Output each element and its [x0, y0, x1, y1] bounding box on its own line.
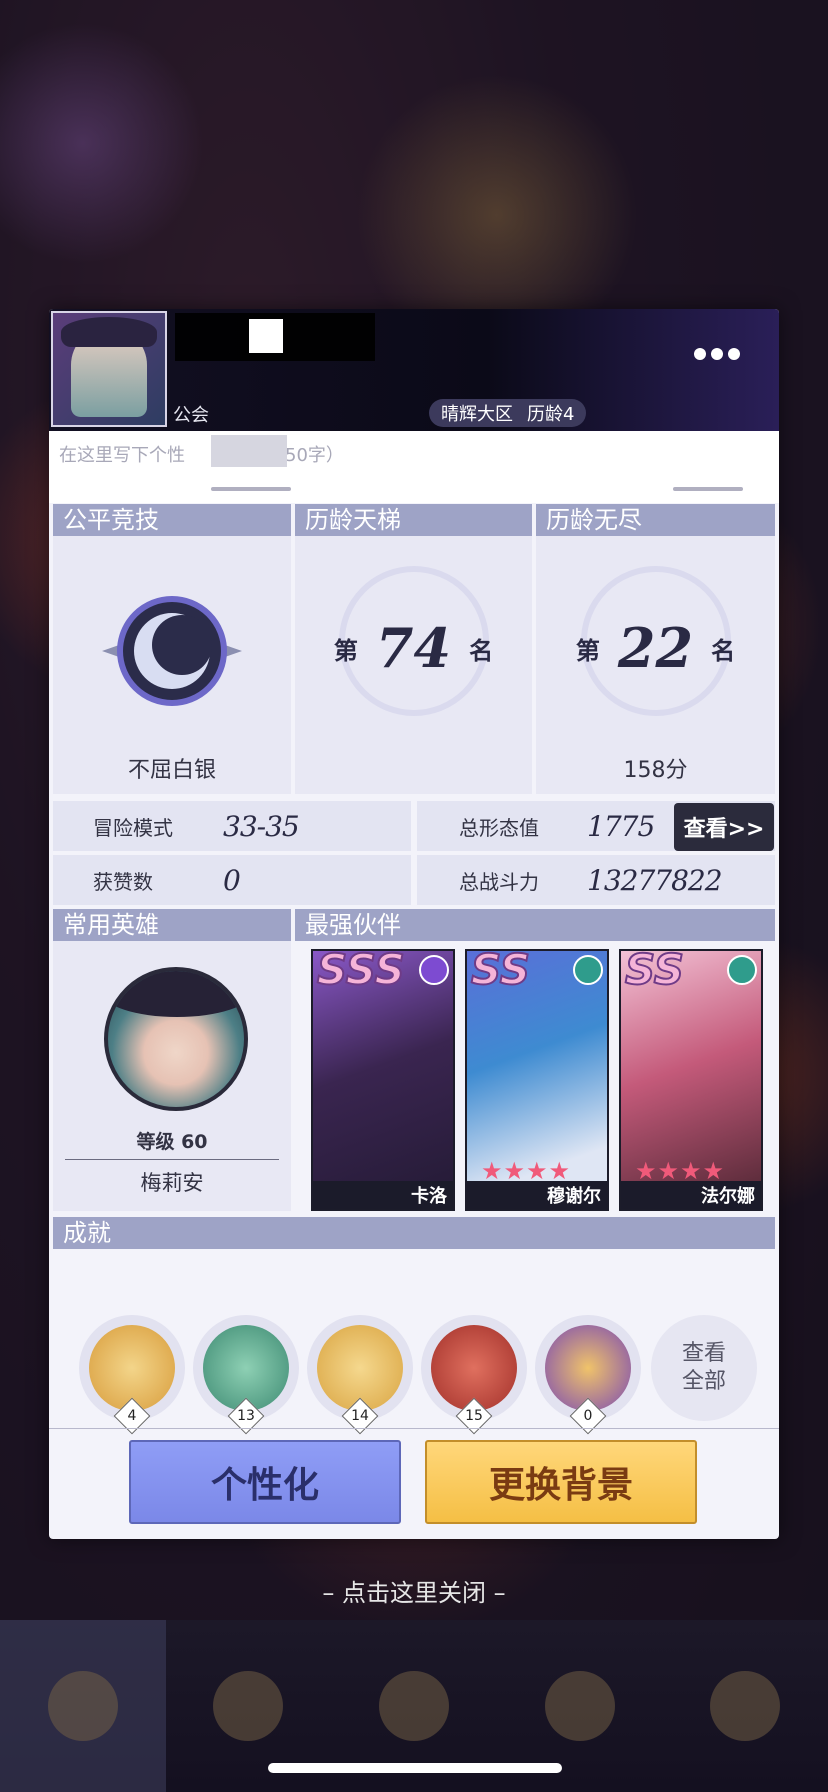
guild-label: 公会: [173, 405, 209, 426]
view-form-button[interactable]: 查看>>: [674, 803, 774, 851]
partner-card-1[interactable]: SSS 卡洛: [311, 949, 455, 1211]
view-all-line1: 查看: [681, 1341, 726, 1366]
hero-level: 等级 60: [136, 1131, 208, 1153]
nav-icon: [710, 1671, 781, 1741]
partners-panel: SSS 卡洛 SS ★★★★ 穆谢尔 SS ★★★★ 法尔娜: [295, 909, 775, 1211]
nav-icon: [47, 1671, 118, 1741]
silver-rank-icon: [102, 596, 242, 706]
adventure-value: 33-35: [223, 809, 300, 843]
achievements-panel: 4 13 14 15 0 查看 全部: [53, 1249, 775, 1435]
view-all-line2: 全部: [681, 1369, 726, 1394]
more-dot-icon: [728, 348, 740, 360]
endless-rank: 第 22 名: [575, 616, 736, 680]
nav-item-1[interactable]: [0, 1620, 166, 1792]
achievements-title: 成就: [53, 1217, 775, 1249]
power-label: 总战斗力: [459, 869, 539, 894]
profile-header: 公会 晴辉大区 历龄4: [49, 309, 779, 431]
partner-card-2[interactable]: SS ★★★★ 穆谢尔: [465, 949, 609, 1211]
endless-score: 158分: [623, 758, 688, 783]
adventure-row: 冒险模式 33-35: [53, 801, 411, 851]
change-background-button[interactable]: 更换背景: [425, 1440, 697, 1524]
fair-arena-panel[interactable]: 不屈白银: [53, 536, 291, 794]
card-name: 穆谢尔: [467, 1181, 607, 1209]
moon-element-icon: [419, 955, 449, 985]
achievement-1[interactable]: 4: [79, 1315, 185, 1435]
endless-title: 历龄无尽: [536, 504, 775, 536]
power-value: 13277822: [587, 863, 723, 897]
card-grade: SS: [470, 949, 531, 995]
server-pill: 晴辉大区 历龄4: [429, 399, 587, 427]
bio-underline: [673, 487, 743, 491]
home-indicator[interactable]: [268, 1763, 562, 1773]
common-hero-panel[interactable]: 等级 60 梅莉安: [53, 941, 291, 1211]
wind-element-icon: [573, 955, 603, 985]
name-redaction-white: [249, 319, 283, 353]
nav-icon: [544, 1671, 615, 1741]
nav-icon: [378, 1671, 449, 1741]
achievement-5[interactable]: 0: [535, 1315, 641, 1435]
ladder-panel[interactable]: 第 74 名: [295, 536, 532, 794]
power-row: 总战斗力 13277822: [417, 855, 775, 905]
more-dot-icon: [694, 348, 706, 360]
form-label: 总形态值: [459, 815, 539, 840]
achievements-separator: [49, 1428, 779, 1429]
profile-modal: 公会 晴辉大区 历龄4 在这里写下个性50字） 公平竞技 不屈白银 历龄天梯: [49, 309, 779, 1539]
view-all-achievements-button[interactable]: 查看 全部: [651, 1315, 757, 1421]
server-name: 晴辉大区: [441, 404, 513, 425]
more-dot-icon: [711, 348, 723, 360]
hero-hat: [108, 971, 244, 1017]
achievement-2[interactable]: 13: [193, 1315, 299, 1435]
adventure-label: 冒险模式: [93, 815, 173, 840]
hero-portrait: [104, 967, 248, 1111]
ladder-title: 历龄天梯: [295, 504, 532, 536]
card-grade: SS: [624, 949, 685, 995]
personalize-button[interactable]: 个性化: [129, 1440, 401, 1524]
achievement-3[interactable]: 14: [307, 1315, 413, 1435]
partner-card-3[interactable]: SS ★★★★ 法尔娜: [619, 949, 763, 1211]
endless-panel[interactable]: 第 22 名 158分: [536, 536, 775, 794]
ladder-rank: 第 74 名: [333, 616, 494, 680]
achievement-4[interactable]: 15: [421, 1315, 527, 1435]
close-hint[interactable]: – 点击这里关闭 –: [0, 1573, 828, 1608]
card-name: 法尔娜: [621, 1181, 761, 1209]
bio-input[interactable]: 在这里写下个性 50字）: [49, 431, 779, 503]
wind-element-icon: [727, 955, 757, 985]
hero-divider: [65, 1159, 279, 1160]
likes-value: 0: [223, 863, 241, 897]
card-name: 卡洛: [313, 1181, 453, 1209]
nav-icon: [213, 1671, 284, 1741]
more-options-button[interactable]: [687, 339, 747, 369]
bio-redaction: [211, 435, 287, 467]
form-value: 1775: [587, 809, 655, 843]
bio-underline: [211, 487, 291, 491]
account-age: 历龄4: [527, 404, 575, 425]
common-hero-title: 常用英雄: [53, 909, 291, 941]
likes-row: 获赞数 0: [53, 855, 411, 905]
nav-item-5[interactable]: [662, 1620, 828, 1792]
avatar-hat: [61, 317, 157, 347]
fair-arena-title: 公平竞技: [53, 504, 291, 536]
bio-placeholder: 在这里写下个性 50字）: [59, 445, 344, 466]
likes-label: 获赞数: [93, 869, 153, 894]
avatar[interactable]: [51, 311, 167, 427]
hero-name: 梅莉安: [140, 1171, 204, 1195]
arena-tier: 不屈白银: [127, 758, 216, 783]
card-grade: SSS: [316, 949, 406, 995]
